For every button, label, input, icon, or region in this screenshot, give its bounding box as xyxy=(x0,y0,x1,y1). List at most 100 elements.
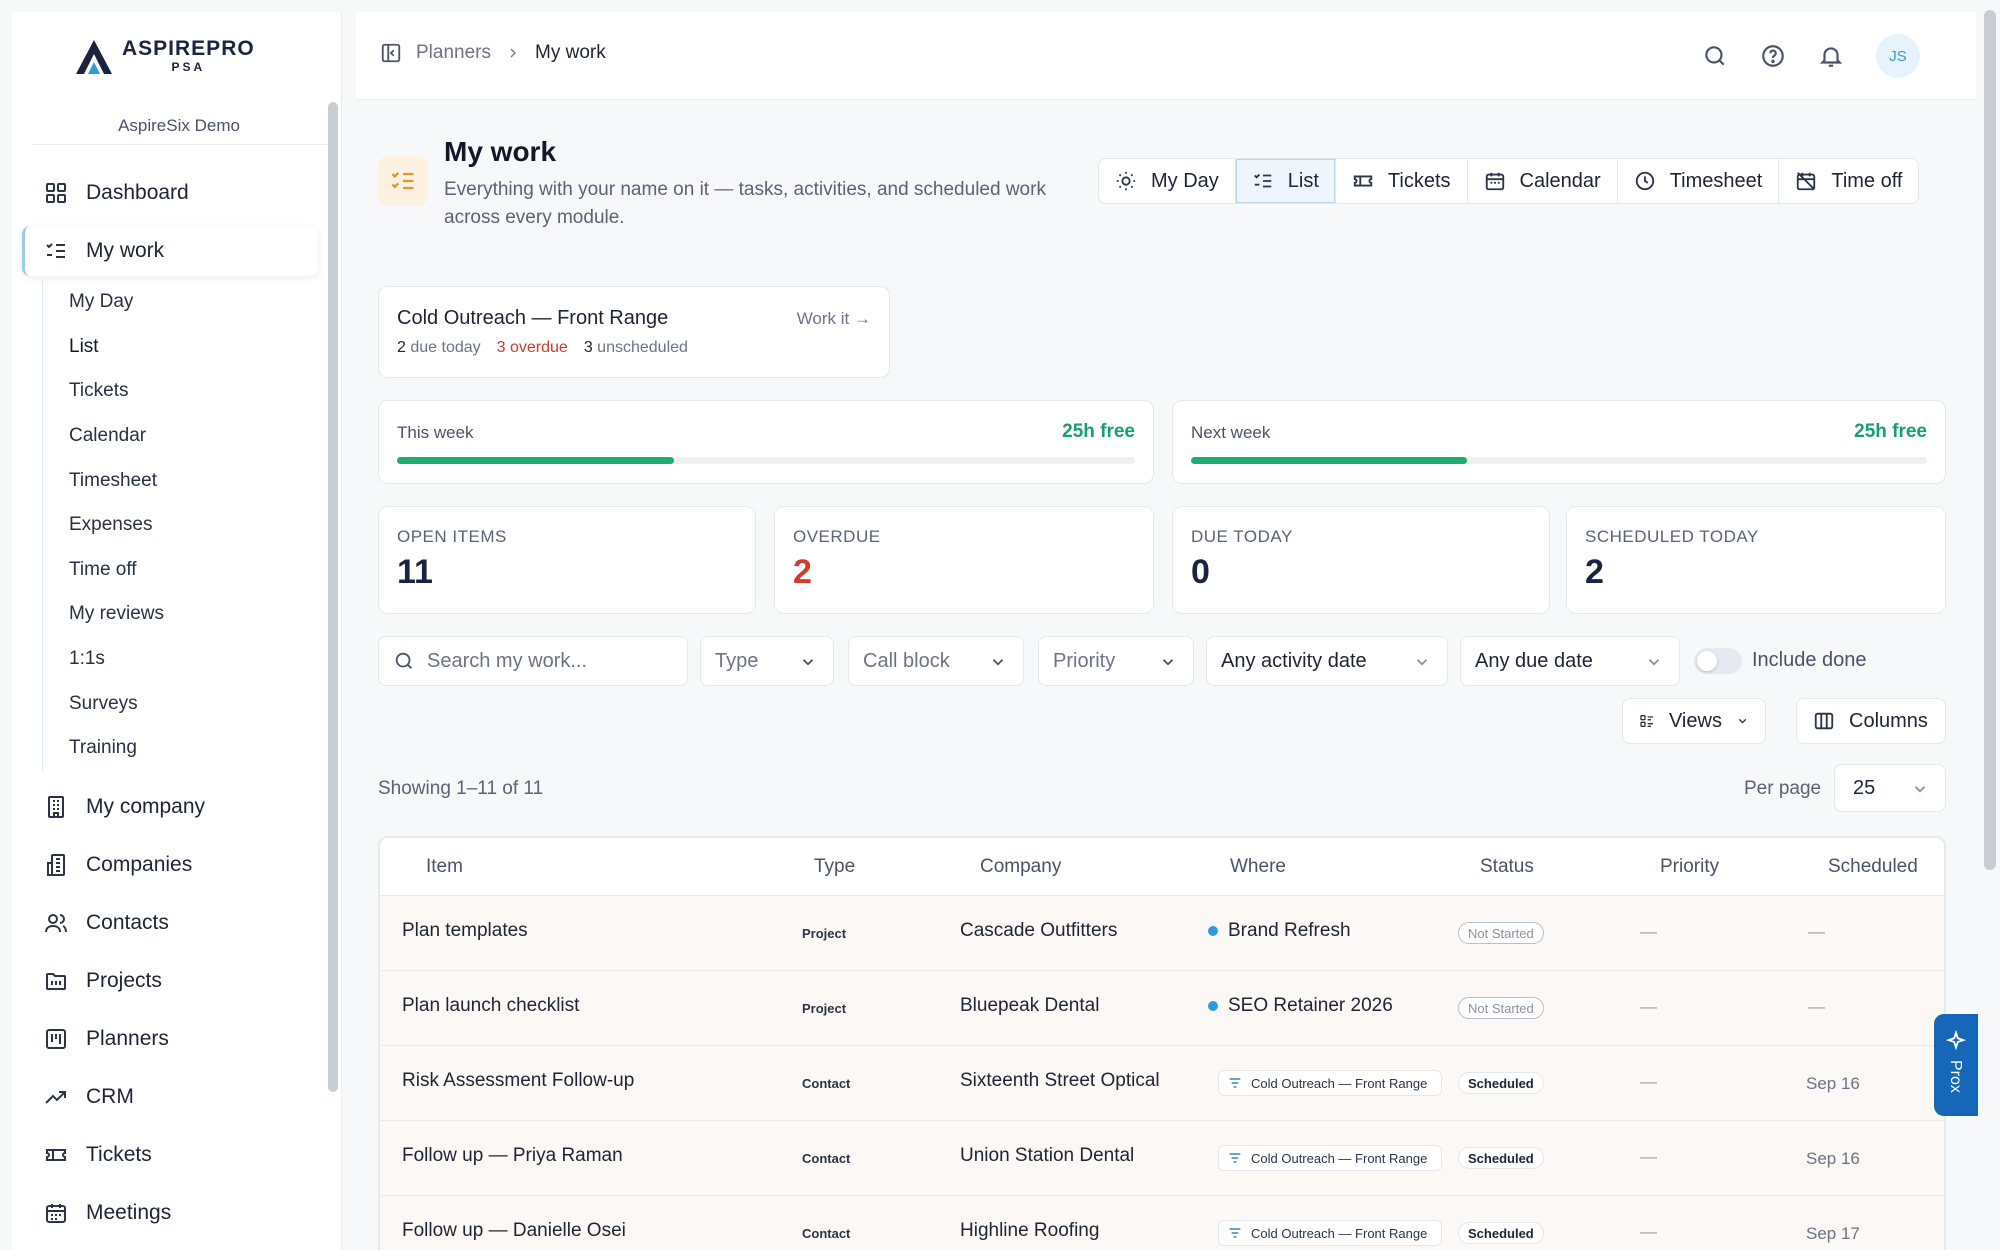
type-filter[interactable]: Type xyxy=(700,636,834,686)
search-box[interactable] xyxy=(378,636,688,686)
col-status[interactable]: Status xyxy=(1480,856,1534,878)
kanban-icon xyxy=(46,1029,66,1049)
subnav-tickets[interactable]: Tickets xyxy=(43,369,312,414)
capacity-track xyxy=(397,457,1135,464)
col-priority[interactable]: Priority xyxy=(1660,856,1719,878)
nav-projects[interactable]: Projects xyxy=(22,956,318,1006)
tab-timesheet[interactable]: Timesheet xyxy=(1618,159,1780,203)
tab-tickets[interactable]: Tickets xyxy=(1336,159,1468,203)
clock-icon xyxy=(1635,171,1654,191)
col-company[interactable]: Company xyxy=(980,856,1061,878)
project-dot-icon xyxy=(1208,1000,1218,1011)
row-where-label: Cold Outreach — Front Range xyxy=(1251,1225,1428,1241)
tab-time-off[interactable]: Time off xyxy=(1779,159,1918,203)
subnav-my-reviews[interactable]: My reviews xyxy=(43,592,312,637)
tab-list[interactable]: List xyxy=(1235,159,1336,203)
nav-meetings[interactable]: Meetings xyxy=(22,1188,318,1238)
subnav-timesheet[interactable]: Timesheet xyxy=(43,458,312,503)
capacity-fill xyxy=(397,457,674,464)
prox-label: Prox xyxy=(1947,1060,1964,1093)
sidebar-scrollbar[interactable] xyxy=(328,102,338,1092)
trend-icon xyxy=(45,1091,66,1104)
views-label: Views xyxy=(1668,709,1722,732)
call-block-card[interactable]: Cold Outreach — Front Range Work it → 2 … xyxy=(378,286,890,378)
tab-my-day[interactable]: My Day xyxy=(1099,159,1236,203)
nav-label: Dashboard xyxy=(86,181,189,204)
prox-assistant-button[interactable]: Prox xyxy=(1934,1014,1978,1116)
due-date-filter[interactable]: Any due date xyxy=(1460,636,1680,686)
nav-planners[interactable]: Planners xyxy=(22,1014,318,1064)
priority-filter[interactable]: Priority xyxy=(1038,636,1194,686)
col-scheduled[interactable]: Scheduled xyxy=(1828,856,1918,878)
row-item[interactable]: Follow up — Danielle Osei xyxy=(402,1220,626,1242)
tab-label: Calendar xyxy=(1519,169,1601,192)
row-company[interactable]: Union Station Dental xyxy=(960,1145,1134,1167)
nav-contacts[interactable]: Contacts xyxy=(22,898,318,948)
row-company[interactable]: Cascade Outfitters xyxy=(960,920,1117,942)
stat-scheduled-today: SCHEDULED TODAY 2 xyxy=(1566,506,1946,614)
tab-calendar[interactable]: Calendar xyxy=(1468,159,1618,203)
col-item[interactable]: Item xyxy=(426,856,463,878)
row-where[interactable]: SEO Retainer 2026 xyxy=(1208,995,1393,1017)
nav-crm[interactable]: CRM xyxy=(22,1072,318,1122)
capacity-this-week: This week 25h free xyxy=(378,400,1154,484)
subnav-surveys[interactable]: Surveys xyxy=(43,681,312,726)
search-input[interactable] xyxy=(427,649,667,673)
row-item[interactable]: Risk Assessment Follow-up xyxy=(402,1070,634,1092)
table-row[interactable]: Follow up — Priya Raman Contact Union St… xyxy=(380,1121,1944,1196)
views-button[interactable]: Views xyxy=(1622,698,1766,744)
row-company[interactable]: Bluepeak Dental xyxy=(960,995,1099,1017)
col-type[interactable]: Type xyxy=(814,856,855,878)
subnav-my-day[interactable]: My Day xyxy=(43,280,312,325)
unscheduled-label: unscheduled xyxy=(597,339,688,356)
subnav-calendar[interactable]: Calendar xyxy=(43,414,312,459)
ticket-icon xyxy=(46,1149,66,1161)
subnav-list[interactable]: List xyxy=(43,325,312,370)
subnav-training[interactable]: Training xyxy=(43,726,312,771)
work-it-link[interactable]: Work it → xyxy=(797,309,871,329)
row-company[interactable]: Highline Roofing xyxy=(960,1220,1099,1242)
subnav-expenses[interactable]: Expenses xyxy=(43,503,312,548)
filter-icon xyxy=(1229,1228,1241,1238)
row-item[interactable]: Follow up — Priya Raman xyxy=(402,1145,623,1167)
row-where-chip[interactable]: Cold Outreach — Front Range xyxy=(1218,1070,1442,1096)
sidebar: ASPIREPRO PSA AspireSix Demo Dashboard M… xyxy=(12,12,342,1250)
row-item[interactable]: Plan templates xyxy=(402,920,528,942)
avatar[interactable]: JS xyxy=(1876,34,1920,78)
help-icon[interactable] xyxy=(1760,43,1786,69)
aspirepro-logo-icon xyxy=(76,40,112,74)
call-block-filter[interactable]: Call block xyxy=(848,636,1024,686)
nav-tickets[interactable]: Tickets xyxy=(22,1130,318,1180)
row-where[interactable]: Brand Refresh xyxy=(1208,920,1351,942)
table-row[interactable]: Plan templates Project Cascade Outfitter… xyxy=(380,896,1944,971)
unscheduled-count: 3 unscheduled xyxy=(584,339,688,357)
brand-logo[interactable]: ASPIREPRO PSA xyxy=(72,34,255,78)
nav-my-company[interactable]: My company xyxy=(22,782,318,832)
search-icon[interactable] xyxy=(1702,43,1728,69)
bell-icon[interactable] xyxy=(1818,43,1844,69)
activity-date-filter[interactable]: Any activity date xyxy=(1206,636,1448,686)
row-where-chip[interactable]: Cold Outreach — Front Range xyxy=(1218,1145,1442,1171)
nav-dashboard[interactable]: Dashboard xyxy=(22,168,318,218)
sidebar-toggle-icon[interactable] xyxy=(380,42,402,64)
nav-label: CRM xyxy=(86,1085,134,1108)
tab-label: Time off xyxy=(1831,169,1903,192)
table-row[interactable]: Plan launch checklist Project Bluepeak D… xyxy=(380,971,1944,1046)
subnav-time-off[interactable]: Time off xyxy=(43,548,312,593)
my-work-subnav: My Day List Tickets Calendar Timesheet E… xyxy=(42,280,312,771)
main-scrollbar[interactable] xyxy=(1984,10,1996,870)
col-where[interactable]: Where xyxy=(1230,856,1286,878)
nav-companies[interactable]: Companies xyxy=(22,840,318,890)
subnav-one-on-ones[interactable]: 1:1s xyxy=(43,637,312,682)
nav-my-work[interactable]: My work xyxy=(22,226,318,276)
table-row[interactable]: Risk Assessment Follow-up Contact Sixtee… xyxy=(380,1046,1944,1121)
columns-button[interactable]: Columns xyxy=(1796,698,1946,744)
row-item[interactable]: Plan launch checklist xyxy=(402,995,579,1017)
table-row[interactable]: Follow up — Danielle Osei Contact Highli… xyxy=(380,1196,1944,1250)
per-page-select[interactable]: 25 xyxy=(1834,764,1946,812)
row-company[interactable]: Sixteenth Street Optical xyxy=(960,1070,1160,1092)
row-where-chip[interactable]: Cold Outreach — Front Range xyxy=(1218,1220,1442,1246)
include-done-toggle[interactable] xyxy=(1694,648,1742,674)
per-page-label: Per page xyxy=(1744,778,1822,799)
breadcrumb-parent[interactable]: Planners xyxy=(416,42,491,64)
